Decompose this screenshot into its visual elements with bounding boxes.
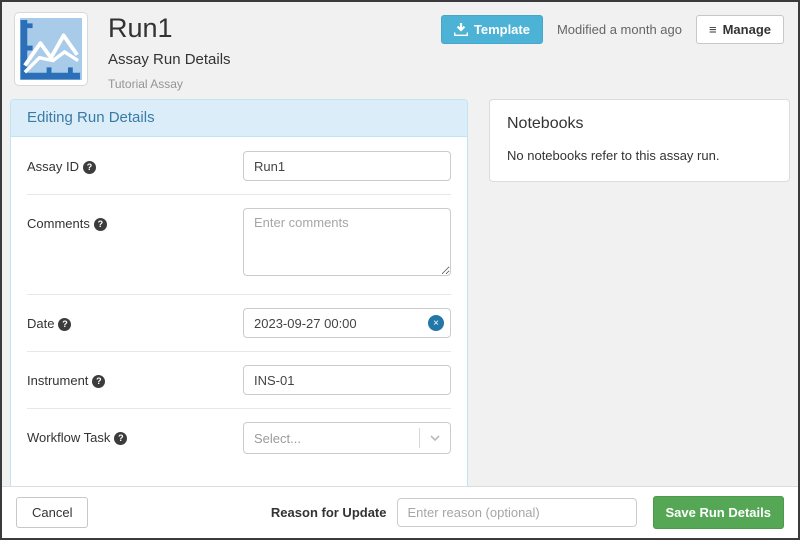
date-control: × xyxy=(243,308,451,338)
edit-run-details-panel: Editing Run Details Assay ID? Comments? xyxy=(10,99,468,501)
row-divider xyxy=(27,351,451,352)
help-icon[interactable]: ? xyxy=(94,218,107,231)
footer-action-bar: Cancel Reason for Update Save Run Detail… xyxy=(2,486,798,538)
help-icon[interactable]: ? xyxy=(83,161,96,174)
instrument-input[interactable] xyxy=(243,365,451,395)
download-icon xyxy=(454,23,468,36)
date-input-wrapper: × xyxy=(243,308,451,338)
comments-row: Comments? xyxy=(27,208,451,281)
template-button-label: Template xyxy=(474,22,530,37)
assay-name: Tutorial Assay xyxy=(108,77,786,91)
save-run-details-button[interactable]: Save Run Details xyxy=(653,496,785,529)
edit-panel-body: Assay ID? Comments? xyxy=(11,137,467,500)
notebooks-heading: Notebooks xyxy=(507,115,772,133)
workflow-task-select[interactable]: Select... xyxy=(243,422,451,454)
date-input[interactable] xyxy=(243,308,451,338)
assay-id-row: Assay ID? xyxy=(27,151,451,181)
workflow-task-label-text: Workflow Task xyxy=(27,430,110,445)
edit-panel-heading: Editing Run Details xyxy=(11,100,467,137)
header-actions: Template Modified a month ago ≡ Manage xyxy=(441,15,784,44)
manage-button[interactable]: ≡ Manage xyxy=(696,15,784,44)
assay-id-label: Assay ID? xyxy=(27,151,243,181)
notebooks-empty-message: No notebooks refer to this assay run. xyxy=(507,148,772,163)
line-chart-icon xyxy=(20,18,82,80)
menu-icon: ≡ xyxy=(709,22,717,37)
date-row: Date? × xyxy=(27,308,451,338)
modified-timestamp: Modified a month ago xyxy=(557,22,682,37)
help-icon[interactable]: ? xyxy=(92,375,105,388)
cancel-button[interactable]: Cancel xyxy=(16,497,88,528)
main-content: Editing Run Details Assay ID? Comments? xyxy=(2,99,798,501)
help-icon[interactable]: ? xyxy=(114,432,127,445)
reason-input[interactable] xyxy=(397,498,637,527)
workflow-task-control: Select... xyxy=(243,422,451,454)
row-divider xyxy=(27,194,451,195)
instrument-row: Instrument? xyxy=(27,365,451,395)
clear-date-icon[interactable]: × xyxy=(428,315,444,331)
assay-id-input[interactable] xyxy=(243,151,451,181)
comments-label-text: Comments xyxy=(27,216,90,231)
notebooks-panel: Notebooks No notebooks refer to this ass… xyxy=(489,99,790,182)
comments-label: Comments? xyxy=(27,208,243,281)
instrument-label: Instrument? xyxy=(27,365,243,395)
assay-id-control xyxy=(243,151,451,181)
workflow-task-label: Workflow Task? xyxy=(27,422,243,454)
select-placeholder: Select... xyxy=(244,431,419,446)
assay-id-label-text: Assay ID xyxy=(27,159,79,174)
row-divider xyxy=(27,294,451,295)
help-icon[interactable]: ? xyxy=(58,318,71,331)
comments-textarea[interactable] xyxy=(243,208,451,276)
footer-right-group: Reason for Update Save Run Details xyxy=(271,496,784,529)
assay-chart-icon xyxy=(14,12,88,86)
date-label: Date? xyxy=(27,308,243,338)
manage-button-label: Manage xyxy=(723,22,771,37)
row-divider xyxy=(27,408,451,409)
template-button[interactable]: Template xyxy=(441,15,543,44)
reason-for-update-label: Reason for Update xyxy=(271,505,387,520)
assay-run-details-window: Run1 Assay Run Details Tutorial Assay Te… xyxy=(0,0,800,540)
instrument-control xyxy=(243,365,451,395)
page-subtitle: Assay Run Details xyxy=(108,51,786,68)
chevron-down-icon xyxy=(420,435,450,441)
workflow-task-row: Workflow Task? Select... xyxy=(27,422,451,454)
instrument-label-text: Instrument xyxy=(27,373,88,388)
comments-control xyxy=(243,208,451,281)
page-header: Run1 Assay Run Details Tutorial Assay Te… xyxy=(2,2,798,99)
date-label-text: Date xyxy=(27,316,54,331)
